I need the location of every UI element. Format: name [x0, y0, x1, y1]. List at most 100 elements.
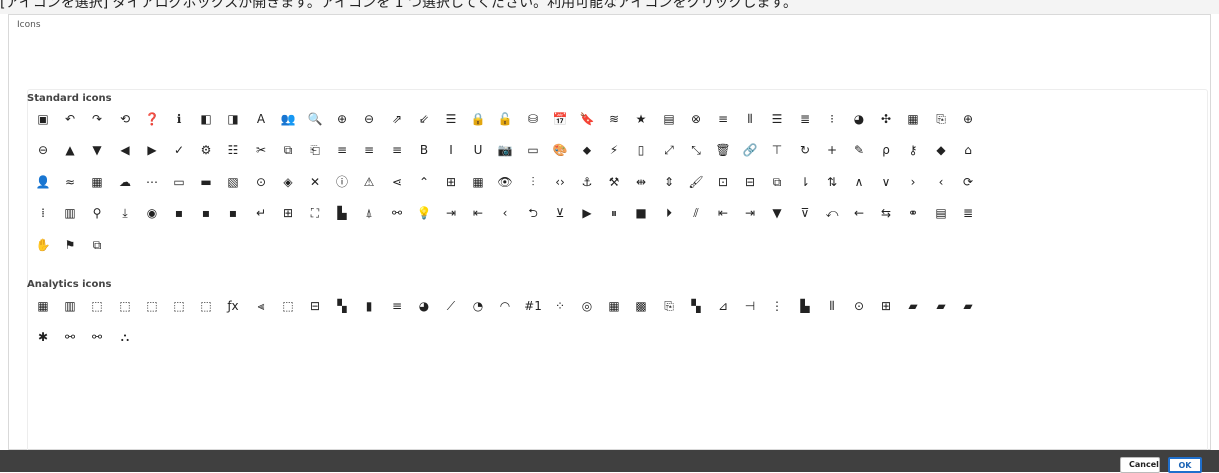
selections-tool-icon[interactable]: ⬚	[277, 295, 299, 317]
drop-icon[interactable]: ⚓	[576, 171, 598, 193]
file-kpi-icon[interactable]: ⎘	[658, 295, 680, 317]
horizontal-bar-icon[interactable]: ≡	[386, 295, 408, 317]
filter-table-icon[interactable]: ⊤	[766, 139, 788, 161]
document-icon[interactable]: ☰	[440, 108, 462, 130]
copy-icon[interactable]: ⧉	[277, 139, 299, 161]
triangle-left-icon[interactable]: ◀	[114, 139, 136, 161]
lock-icon[interactable]: 🔒	[467, 108, 489, 130]
lasso-icon[interactable]: ρ	[875, 139, 897, 161]
slash-icon[interactable]: ⫽	[685, 202, 707, 224]
triangle-down-icon[interactable]: ▼	[86, 139, 108, 161]
qr-icon[interactable]: ⊞	[277, 202, 299, 224]
expression-icon[interactable]: ƒx	[222, 295, 244, 317]
select-back-icon[interactable]: ⬚	[168, 295, 190, 317]
file-export-icon[interactable]: ⎘	[930, 108, 952, 130]
chevron-left-icon[interactable]: ‹	[930, 171, 952, 193]
insert-right-icon[interactable]: ⇥	[739, 202, 761, 224]
tools-icon[interactable]: ⚒	[603, 171, 625, 193]
logout-icon[interactable]: ⇤	[467, 202, 489, 224]
pie-icon[interactable]: ◕	[413, 295, 435, 317]
sort-descending-icon[interactable]: ⇅	[821, 171, 843, 193]
key-icon[interactable]: ⚷	[902, 139, 924, 161]
form-icon[interactable]: ▤	[930, 202, 952, 224]
gauge-pie-icon[interactable]: ◔	[467, 295, 489, 317]
filter-icon[interactable]: ▼	[766, 202, 788, 224]
treemap-icon[interactable]: ▚	[685, 295, 707, 317]
split-icon[interactable]: ⇹	[630, 171, 652, 193]
map-icon[interactable]: ◎	[576, 295, 598, 317]
align-right-icon[interactable]: ≡	[386, 139, 408, 161]
collapse-icon[interactable]: ⤡	[685, 139, 707, 161]
tick-icon[interactable]: ✓	[168, 139, 190, 161]
close-icon[interactable]: ✕	[304, 171, 326, 193]
lasso-select-icon[interactable]: ⬚	[141, 295, 163, 317]
chevron-down-icon[interactable]: ∨	[875, 171, 897, 193]
tag-icon[interactable]: ◈	[277, 171, 299, 193]
text-icon[interactable]: A	[250, 108, 272, 130]
focus-icon[interactable]: ⛶	[304, 202, 326, 224]
enter-icon[interactable]: ↵	[250, 202, 272, 224]
menu-icon[interactable]: ≡	[712, 108, 734, 130]
story-play-icon[interactable]: ▰	[930, 295, 952, 317]
export-icon[interactable]: ⇗	[386, 108, 408, 130]
folder-icon[interactable]: ▭	[168, 171, 190, 193]
layout-icon[interactable]: ▥	[59, 202, 81, 224]
unlock-icon[interactable]: 🔓	[494, 108, 516, 130]
underline-icon[interactable]: U	[467, 139, 489, 161]
remove-circle-icon[interactable]: ⊖	[32, 139, 54, 161]
kpi-icon[interactable]: ▦	[32, 295, 54, 317]
data-table-icon[interactable]: ▦	[603, 295, 625, 317]
bullet-list-icon[interactable]: ⁝	[821, 108, 843, 130]
box-plot-icon[interactable]: ⊣	[739, 295, 761, 317]
clear-selection-icon[interactable]: ⬚	[86, 295, 108, 317]
scatter-icon[interactable]: ⁘	[549, 295, 571, 317]
table-icon[interactable]: ▦	[902, 108, 924, 130]
plus-icon[interactable]: +	[821, 139, 843, 161]
insert-left-icon[interactable]: ⇤	[712, 202, 734, 224]
drag-handle-icon[interactable]: ⁞	[32, 202, 54, 224]
hamburger-icon[interactable]: ≣	[957, 202, 979, 224]
box-icon[interactable]: ⊟	[739, 171, 761, 193]
bell-icon[interactable]: ⍋	[358, 202, 380, 224]
image-icon[interactable]: ▣	[32, 108, 54, 130]
arrow-left-icon[interactable]: ←	[848, 202, 870, 224]
home-icon[interactable]: ⌂	[957, 139, 979, 161]
object-small-icon[interactable]: ▪	[168, 202, 190, 224]
stop-icon[interactable]: ■	[630, 202, 652, 224]
expand-icon[interactable]: ⤢	[658, 139, 680, 161]
code-icon[interactable]: ‹›	[549, 171, 571, 193]
distribution-icon[interactable]: ⋮	[766, 295, 788, 317]
align-left-icon[interactable]: ≡	[331, 139, 353, 161]
tree-icon[interactable]: ⚭	[902, 202, 924, 224]
story-check-icon[interactable]: ▰	[957, 295, 979, 317]
trash-icon[interactable]: 🗑	[712, 139, 734, 161]
link-icon[interactable]: 🔗	[739, 139, 761, 161]
select-forward-icon[interactable]: ⬚	[195, 295, 217, 317]
image-frame-icon[interactable]: ▧	[222, 171, 244, 193]
table-grid-icon[interactable]: ▦	[467, 171, 489, 193]
waterfall-icon[interactable]: ⊿	[712, 295, 734, 317]
close-circle-icon[interactable]: ⊗	[685, 108, 707, 130]
pie-chart-icon[interactable]: ◕	[848, 108, 870, 130]
cog-icon[interactable]: ⚙	[195, 139, 217, 161]
align-center-text-icon[interactable]: ≡	[358, 139, 380, 161]
swap-icon[interactable]: ⇆	[875, 202, 897, 224]
view-icon[interactable]: 👁	[494, 171, 516, 193]
clear-filter-icon[interactable]: ⊽	[794, 202, 816, 224]
history-icon[interactable]: ⟲	[114, 108, 136, 130]
zoom-out-icon[interactable]: ⊖	[358, 108, 380, 130]
number-icon[interactable]: #1	[522, 295, 544, 317]
component-icon[interactable]: ▙	[331, 202, 353, 224]
bot-icon[interactable]: ◉	[141, 202, 163, 224]
funnel-chart-icon[interactable]: ⊙	[848, 295, 870, 317]
help-icon[interactable]: ❓	[141, 108, 163, 130]
calculator-icon[interactable]: ⊟	[304, 295, 326, 317]
more-icon[interactable]: ⋯	[141, 171, 163, 193]
search-icon[interactable]: 🔍	[304, 108, 326, 130]
add-circle-icon[interactable]: ⊕	[957, 108, 979, 130]
flag-icon[interactable]: ⚑	[59, 234, 81, 256]
presentation-icon[interactable]: ▭	[522, 139, 544, 161]
info-circle-icon[interactable]: ⓘ	[331, 171, 353, 193]
triangle-up-icon[interactable]: ▲	[59, 139, 81, 161]
object-large-icon[interactable]: ▪	[222, 202, 244, 224]
